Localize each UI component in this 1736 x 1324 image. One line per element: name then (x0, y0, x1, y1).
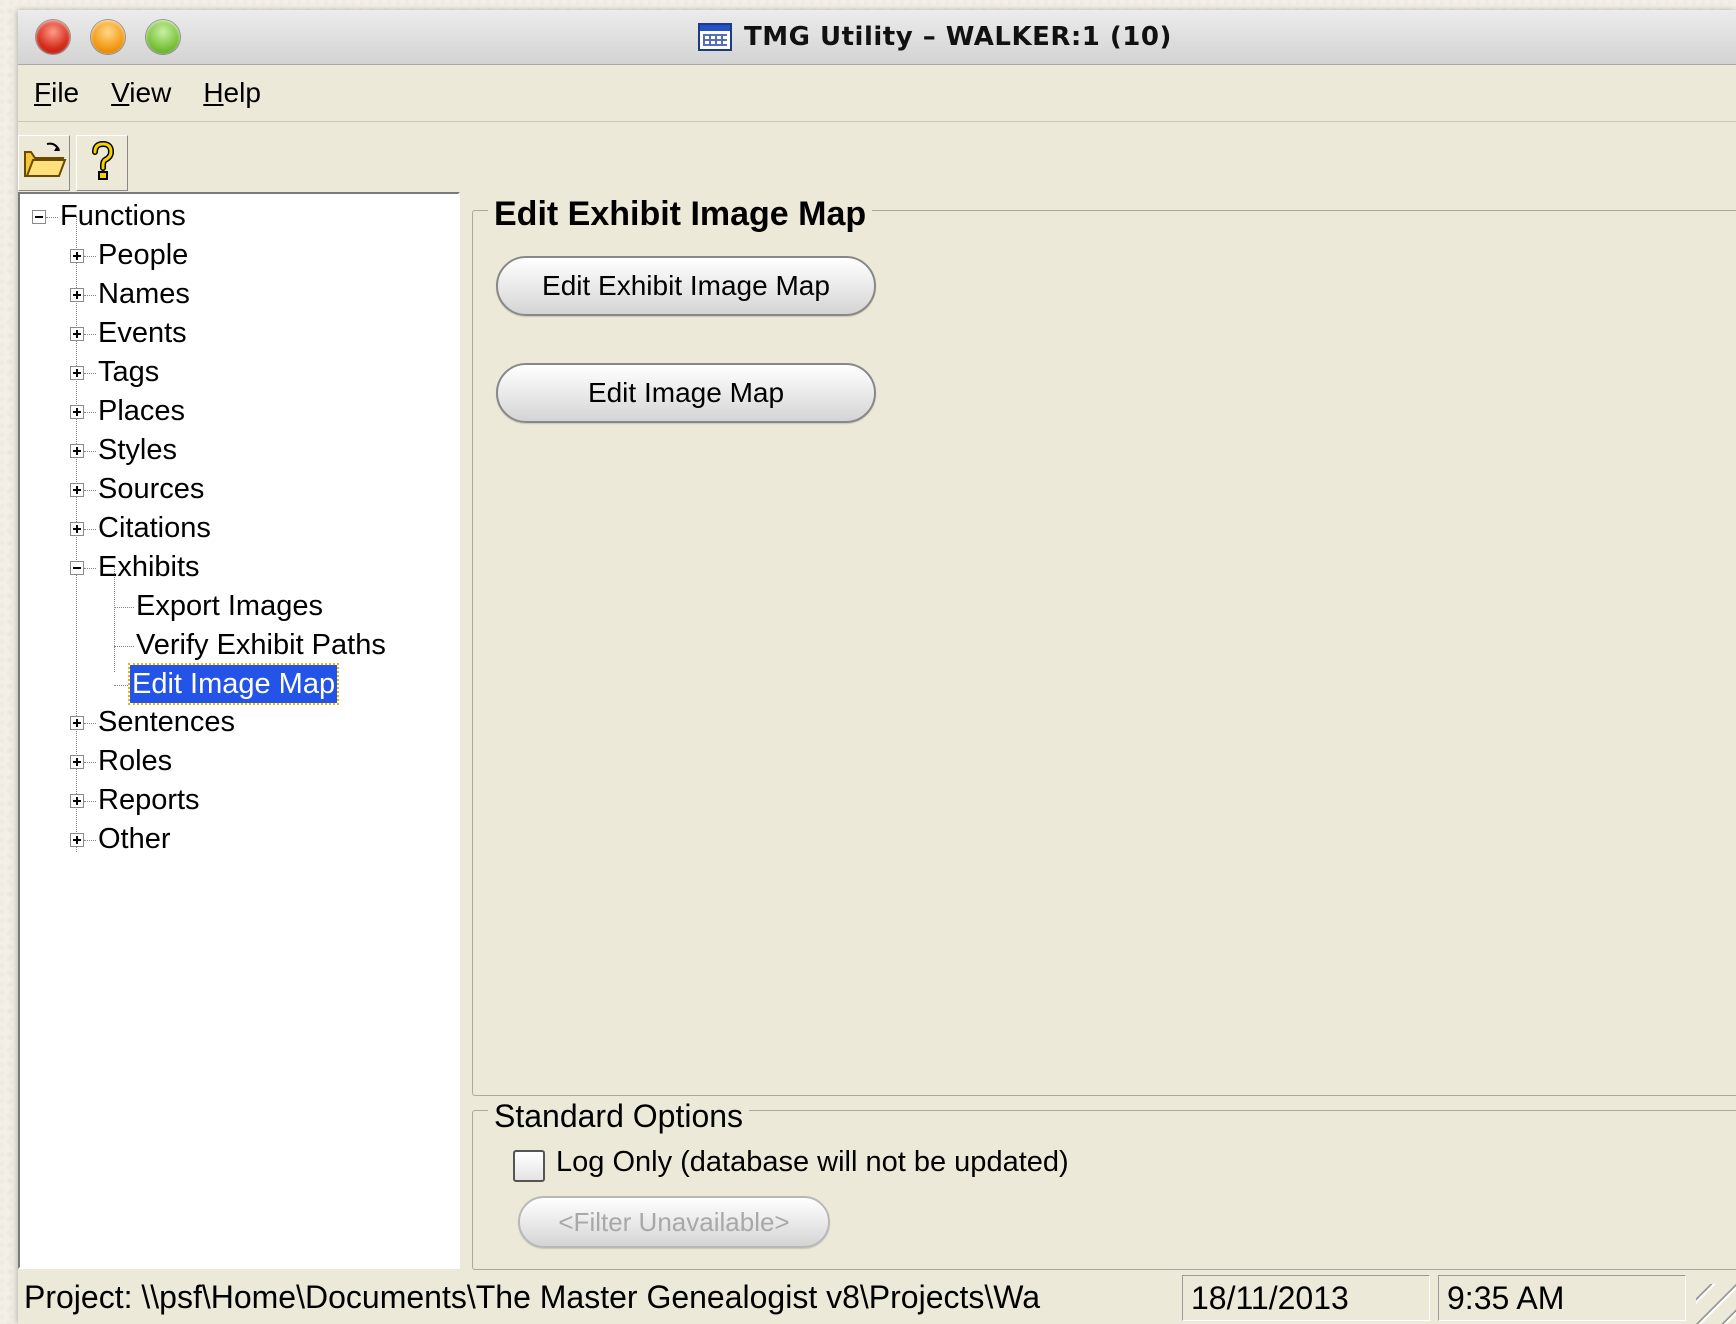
tree-item-styles[interactable]: Styles (98, 430, 177, 470)
close-window-button[interactable] (36, 20, 70, 54)
expand-icon[interactable] (70, 405, 84, 419)
title-bar: TMG Utility – WALKER:1 (10) (18, 10, 1736, 65)
tree-item-sources[interactable]: Sources (98, 469, 204, 509)
tree-item-other[interactable]: Other (98, 819, 171, 859)
tree-connector (84, 529, 96, 530)
status-project-path: Project: \\psf\Home\Documents\The Master… (24, 1279, 1041, 1315)
tree-connector (114, 607, 134, 608)
functions-tree[interactable]: Functions People Names Events Tags Place… (18, 192, 460, 1269)
zoom-window-button[interactable] (146, 20, 180, 54)
menu-file-accel: F (34, 77, 52, 108)
log-only-label[interactable]: Log Only (database will not be updated) (556, 1146, 1069, 1179)
window-title-area: TMG Utility – WALKER:1 (10) (698, 18, 1172, 56)
tree-connector (84, 256, 96, 257)
expand-icon[interactable] (70, 366, 84, 380)
tree-item-export-images[interactable]: Export Images (136, 586, 323, 626)
tree-connector (84, 801, 96, 802)
tree-connector (46, 217, 58, 218)
menu-help[interactable]: Help (203, 77, 261, 109)
expand-icon[interactable] (70, 833, 84, 847)
folder-open-icon (24, 142, 67, 177)
expand-icon[interactable] (70, 522, 84, 536)
table-app-icon (698, 23, 732, 51)
tree-connector (84, 295, 96, 296)
app-window: TMG Utility – WALKER:1 (10) File View He… (18, 10, 1736, 1324)
group-title-standard-options: Standard Options (488, 1098, 750, 1135)
minimize-window-button[interactable] (91, 20, 125, 54)
open-button[interactable] (18, 135, 70, 191)
tree-item-names[interactable]: Names (98, 274, 190, 314)
tree-item-reports[interactable]: Reports (98, 780, 200, 820)
expand-icon[interactable] (70, 249, 84, 263)
question-mark-icon (92, 140, 115, 180)
filter-unavailable-button: <Filter Unavailable> (518, 1196, 830, 1248)
menu-help-accel: H (203, 77, 224, 108)
menu-view-label: iew (129, 77, 172, 108)
collapse-icon[interactable] (70, 561, 84, 575)
tree-item-verify-exhibit-paths[interactable]: Verify Exhibit Paths (136, 625, 386, 665)
help-button[interactable] (76, 135, 128, 191)
tree-item-tags[interactable]: Tags (98, 352, 159, 392)
tree-connector (84, 568, 96, 569)
tree-item-exhibits[interactable]: Exhibits (98, 547, 200, 587)
expand-icon[interactable] (70, 794, 84, 808)
toolbar (18, 123, 1736, 193)
status-date: 18/11/2013 (1182, 1275, 1430, 1321)
menu-file[interactable]: File (34, 77, 79, 109)
tree-connector (84, 762, 96, 763)
group-title-edit-exhibit-image-map: Edit Exhibit Image Map (488, 195, 873, 234)
menu-bar: File View Help (18, 65, 1736, 122)
tree-connector (114, 646, 134, 647)
tree-connector (114, 685, 128, 686)
tree-connector (84, 451, 96, 452)
menu-view[interactable]: View (111, 77, 171, 109)
tree-connector (84, 373, 96, 374)
menu-help-label: elp (223, 77, 261, 108)
tree-connector (84, 490, 96, 491)
tree-connector (84, 840, 96, 841)
tree-connector (84, 334, 96, 335)
menu-file-label: ile (51, 77, 80, 108)
edit-image-map-button[interactable]: Edit Image Map (496, 363, 876, 423)
tree-item-sentences[interactable]: Sentences (98, 702, 235, 742)
tree-item-events[interactable]: Events (98, 313, 187, 353)
edit-exhibit-image-map-button[interactable]: Edit Exhibit Image Map (496, 256, 876, 316)
tree-item-citations[interactable]: Citations (98, 508, 211, 548)
tree-item-people[interactable]: People (98, 235, 188, 275)
expand-icon[interactable] (70, 444, 84, 458)
expand-icon[interactable] (70, 483, 84, 497)
status-time: 9:35 AM (1438, 1275, 1686, 1321)
menu-view-accel: V (111, 77, 130, 108)
expand-icon[interactable] (70, 716, 84, 730)
tree-item-edit-image-map[interactable]: Edit Image Map (127, 663, 340, 705)
resize-grip-icon[interactable] (1696, 1284, 1736, 1324)
expand-icon[interactable] (70, 755, 84, 769)
status-bar: Project: \\psf\Home\Documents\The Master… (18, 1272, 1736, 1324)
collapse-icon[interactable] (32, 210, 46, 224)
expand-icon[interactable] (70, 288, 84, 302)
tree-root-functions[interactable]: Functions (60, 196, 186, 236)
expand-icon[interactable] (70, 327, 84, 341)
tree-connector (84, 412, 96, 413)
tree-item-roles[interactable]: Roles (98, 741, 172, 781)
log-only-checkbox[interactable] (513, 1150, 545, 1182)
tree-item-places[interactable]: Places (98, 391, 185, 431)
tree-connector (84, 723, 96, 724)
window-title: TMG Utility – WALKER:1 (10) (744, 22, 1172, 52)
edit-exhibit-image-map-group (472, 210, 1736, 1096)
